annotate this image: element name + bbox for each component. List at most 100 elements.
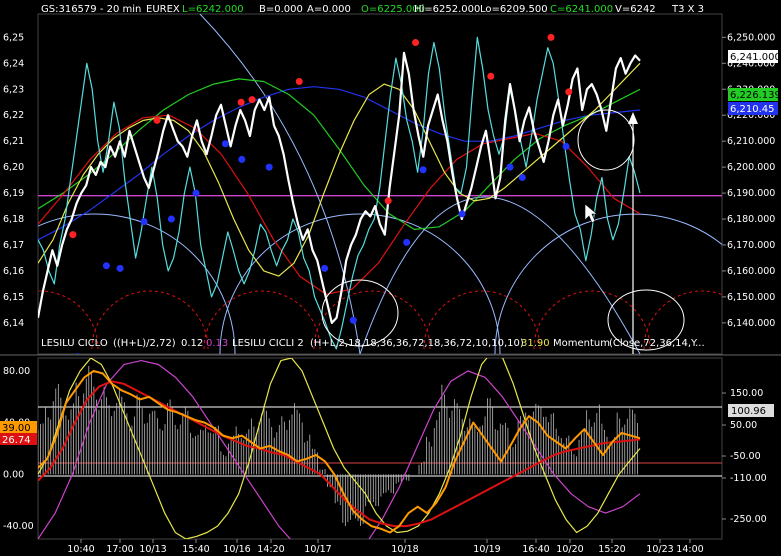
x-axis-label: 10/19 [473, 544, 500, 555]
ind2-value: 31.90 [521, 338, 550, 349]
badge-momentum: 100.96 [731, 406, 766, 417]
pivot-low-dot [458, 210, 466, 218]
ind1-value-b: 0.13 [206, 338, 228, 349]
x-axis-label: 16:40 [522, 544, 549, 555]
x-axis-label: 14:20 [257, 544, 284, 555]
header-ask: A=0.000 [307, 4, 351, 15]
price-tick-right: 6,200.000 [727, 162, 775, 173]
price-tick-left: 6,16 [3, 266, 24, 277]
pivot-high-dot [412, 39, 420, 47]
price-tick-left: 6,20 [3, 162, 24, 173]
pivot-high-dot [295, 77, 303, 85]
indicator-tick-right: 50.00 [730, 420, 757, 431]
price-tick-left: 6,17 [3, 240, 24, 251]
indicator-tick-right: 150.00 [730, 388, 763, 399]
x-axis-label: 10/23 [646, 544, 673, 555]
price-tick-left: 6,23 [3, 84, 24, 95]
header-close: C=6241.000 [550, 4, 613, 15]
header-exchange: EUREX [146, 4, 180, 15]
pivot-high-dot [565, 88, 573, 96]
price-tick-right: 6,140.000 [727, 318, 775, 329]
indicator-tick-right: -110.00 [730, 473, 767, 484]
price-tick-right: 6,190.000 [727, 188, 775, 199]
highlight-ellipse [321, 279, 399, 347]
cycle-arc [494, 213, 722, 354]
pivot-low-dot [506, 163, 514, 171]
price-tick-left: 6,18 [3, 214, 24, 225]
price-tick-right: 6,170.000 [727, 240, 775, 251]
x-axis-label: 10:40 [67, 544, 94, 555]
indicator-line-red [38, 380, 641, 528]
price-tick-left: 6,24 [3, 58, 24, 69]
pivot-low-dot [140, 218, 148, 226]
indicator-tick-left: 80.00 [3, 366, 30, 377]
indicator-tick-right: -50.00 [730, 451, 761, 462]
badge-left-orange: 39.00 [2, 423, 31, 434]
x-axis-label: 15:20 [598, 544, 625, 555]
price-tick-right: 6,150.000 [727, 292, 775, 303]
price-tick-left: 6,19 [3, 188, 24, 199]
price-tick-right: 6,180.000 [727, 214, 775, 225]
ind3-name: Momentum [553, 338, 610, 349]
header-high: Hi=6252.000 [414, 4, 480, 15]
indicator-line-orange [38, 369, 641, 534]
indicator-tick-left: 0.00 [3, 469, 24, 480]
pivot-low-dot [349, 316, 357, 324]
pivot-low-dot [238, 155, 246, 163]
pivot-low-dot [562, 142, 570, 150]
x-axis-label: 10/20 [556, 544, 583, 555]
badge-last-price: 6,241.000 [730, 52, 781, 63]
price-tick-right: 6,210.000 [727, 136, 775, 147]
chart-canvas: 6,250.0006,240.0006,230.0006,220.0006,21… [0, 4, 781, 555]
header-symbol: GS:316579 - 20 min [41, 4, 141, 15]
ind3-params: (Close,72,36,14,Y... [609, 338, 705, 349]
ind1-value-a: 0.12 [181, 338, 203, 349]
x-axis-label: 10/13 [139, 544, 166, 555]
price-tick-left: 6,25 [3, 32, 24, 43]
chart-header: GS:316579 - 20 min EUREX L=6242.000 B=0.… [41, 4, 704, 15]
series-line-price [38, 51, 641, 324]
cycle-arc [219, 213, 501, 354]
pivot-high-dot [237, 98, 245, 106]
pivot-low-dot [518, 174, 526, 182]
price-tick-left: 6,21 [3, 136, 24, 147]
ind1-params: ((H+L)/2,72) [113, 338, 176, 349]
x-axis-label: 17:00 [106, 544, 133, 555]
highlight-ellipse [577, 109, 635, 171]
pivot-high-dot [384, 197, 392, 205]
x-axis-label: 15:40 [182, 544, 209, 555]
x-axis-label: 10/17 [304, 544, 331, 555]
cycle-arc-long [199, 14, 361, 354]
pivot-high-dot [487, 72, 495, 80]
pivot-low-dot [192, 189, 200, 197]
series-line-blue [38, 86, 641, 241]
price-tick-right: 6,250.000 [727, 32, 775, 43]
header-low: Lo=6209.500 [480, 4, 548, 15]
ind2-name: LESILU CICLI 2 [232, 338, 304, 349]
price-tick-left: 6,22 [3, 110, 24, 121]
pivot-high-dot [248, 96, 256, 104]
pivot-low-dot [116, 264, 124, 272]
price-tick-right: 6,160.000 [727, 266, 775, 277]
pivot-low-dot [221, 140, 229, 148]
header-last: L=6242.000 [182, 4, 244, 15]
pivot-high-dot [153, 116, 161, 124]
x-axis-label: 14:00 [676, 544, 703, 555]
badge-blue-price: 6,210.45 [730, 104, 775, 115]
indicator-header: LESILU CICLO ((H+L)/2,72) 0.12 0.13 LESI… [41, 338, 705, 349]
pivot-low-dot [167, 215, 175, 223]
badge-left-red: 26.74 [2, 435, 31, 446]
ind1-name: LESILU CICLO [41, 338, 108, 349]
pivot-low-dot [102, 262, 110, 270]
header-volume: V=6242 [615, 4, 656, 15]
x-axis-label: 10/18 [391, 544, 418, 555]
badge-green-price: 6,226.139 [730, 90, 781, 101]
price-tick-left: 6,15 [3, 292, 24, 303]
price-tick-left: 6,14 [3, 318, 24, 329]
pivot-low-dot [403, 238, 411, 246]
arrow-head [628, 112, 638, 124]
header-bid: B=0.000 [259, 4, 303, 15]
pivot-high-dot [547, 33, 555, 41]
pivot-low-dot [265, 163, 273, 171]
indicator-tick-right: -250.00 [730, 514, 767, 525]
